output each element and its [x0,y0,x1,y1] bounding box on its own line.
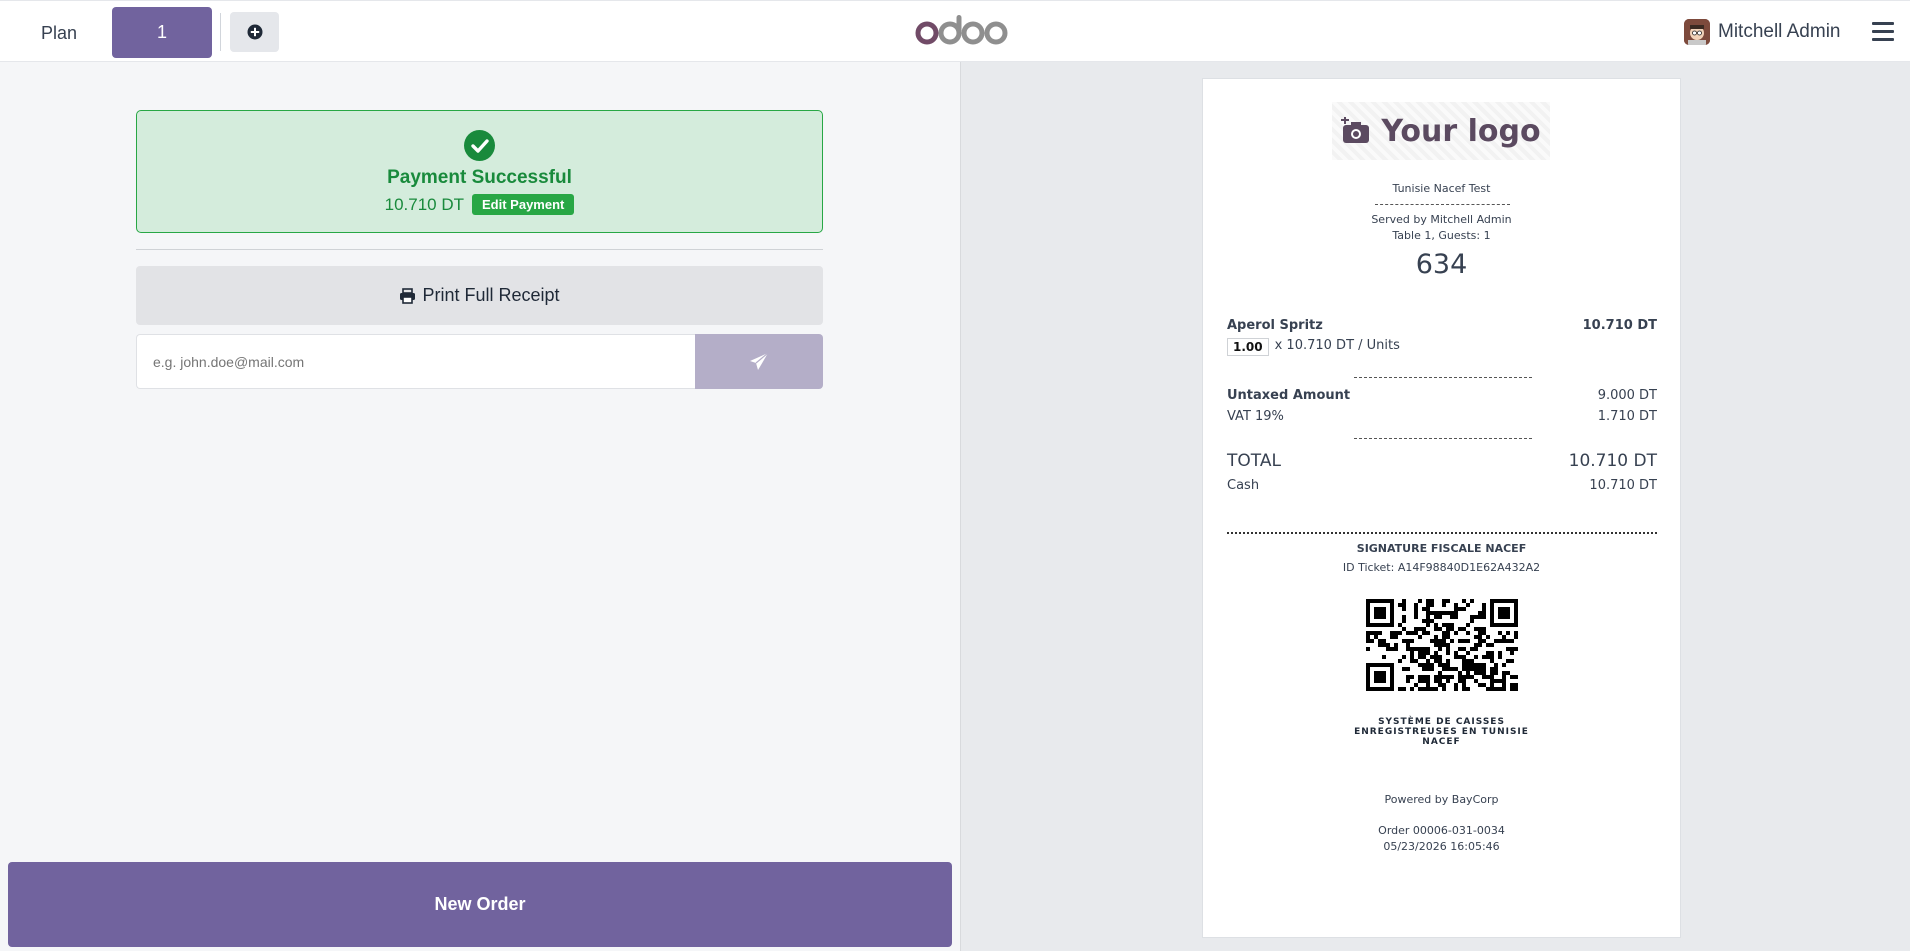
untaxed-label: Untaxed Amount [1227,388,1351,403]
odoo-logo [915,15,1008,45]
email-input[interactable] [136,334,696,389]
receipt-preview-panel: Your logo Tunisie Nacef Test Served by M… [960,62,1910,951]
payment-success-title: Payment Successful [387,167,572,188]
system-caption: SYSTÈME DE CAISSES ENREGISTREUSES EN TUN… [1203,717,1680,747]
system-caption-line3: NACEF [1422,737,1461,747]
add-order-button[interactable] [230,12,279,52]
receipt-line: Aperol Spritz 10.710 DT [1227,318,1657,333]
dotted-divider [1227,532,1657,534]
line-price: 10.710 DT [1582,318,1657,333]
payment-panel: Payment Successful 10.710 DT Edit Paymen… [0,62,960,951]
logo-placeholder[interactable]: Your logo [1332,102,1550,160]
payment-success-banner: Payment Successful 10.710 DT Edit Paymen… [136,110,823,233]
new-order-button[interactable]: New Order [8,862,952,947]
divider [136,249,823,250]
check-circle-icon [464,130,495,161]
cash-row: Cash 10.710 DT [1227,478,1657,493]
vat-row: VAT 19% 1.710 DT [1227,409,1657,424]
navbar-separator [220,13,221,51]
order-number: 634 [1415,249,1468,280]
camera-plus-icon [1341,117,1370,143]
hamburger-menu-icon[interactable] [1872,22,1894,42]
dashed-divider [1354,438,1532,439]
untaxed-row: Untaxed Amount 9.000 DT [1227,388,1657,403]
cash-value: 10.710 DT [1589,478,1657,493]
served-by: Served by Mitchell Admin [1371,213,1512,226]
order-datetime: 05/23/2026 16:05:46 [1383,840,1500,853]
edit-payment-button[interactable]: Edit Payment [472,194,575,215]
total-row: TOTAL 10.710 DT [1227,451,1657,471]
system-caption-line1: SYSTÈME DE CAISSES [1378,717,1505,727]
avatar [1684,19,1710,45]
system-caption-line2: ENREGISTREUSES EN TUNISIE [1354,727,1529,737]
logo-text: Your logo [1381,113,1541,149]
signature-title: SIGNATURE FISCALE NACEF [1356,542,1527,555]
plan-button[interactable]: Plan [20,9,98,57]
table-guests: Table 1, Guests: 1 [1392,229,1491,242]
top-navbar: Plan 1 Mitchell Admin [0,0,1910,62]
dashed-divider [1375,204,1510,205]
printer-icon [400,287,416,304]
line-product: Aperol Spritz [1227,318,1323,333]
dashed-divider [1354,377,1532,378]
print-receipt-label: Print Full Receipt [422,285,560,305]
powered-by: Powered by BayCorp [1384,793,1499,806]
line-unit-detail: x 10.710 DT / Units [1274,338,1400,353]
table-tab-button[interactable]: 1 [112,7,212,58]
cash-label: Cash [1227,478,1260,493]
company-name: Tunisie Nacef Test [1392,182,1491,195]
user-menu[interactable]: Mitchell Admin [1684,15,1841,49]
line-qty: 1.00 [1227,338,1269,356]
ticket-id: ID Ticket: A14F98840D1E62A432A2 [1342,561,1541,574]
user-name: Mitchell Admin [1718,21,1841,42]
print-receipt-button[interactable]: Print Full Receipt [136,266,823,325]
total-value: 10.710 DT [1568,451,1657,471]
plus-circle-icon [247,24,262,40]
payment-amount-row: 10.710 DT Edit Payment [137,194,822,215]
send-email-button[interactable] [695,334,823,389]
qr-code [1366,599,1518,691]
receipt: Your logo Tunisie Nacef Test Served by M… [1202,78,1681,938]
vat-value: 1.710 DT [1597,409,1657,424]
receipt-line-detail: 1.00 x 10.710 DT / Units [1227,338,1657,356]
payment-amount: 10.710 DT [384,194,465,214]
order-reference: Order 00006-031-0034 [1378,824,1505,837]
untaxed-value: 9.000 DT [1597,388,1657,403]
paper-plane-icon [750,352,769,370]
vat-label: VAT 19% [1227,409,1284,424]
total-label: TOTAL [1227,451,1281,471]
